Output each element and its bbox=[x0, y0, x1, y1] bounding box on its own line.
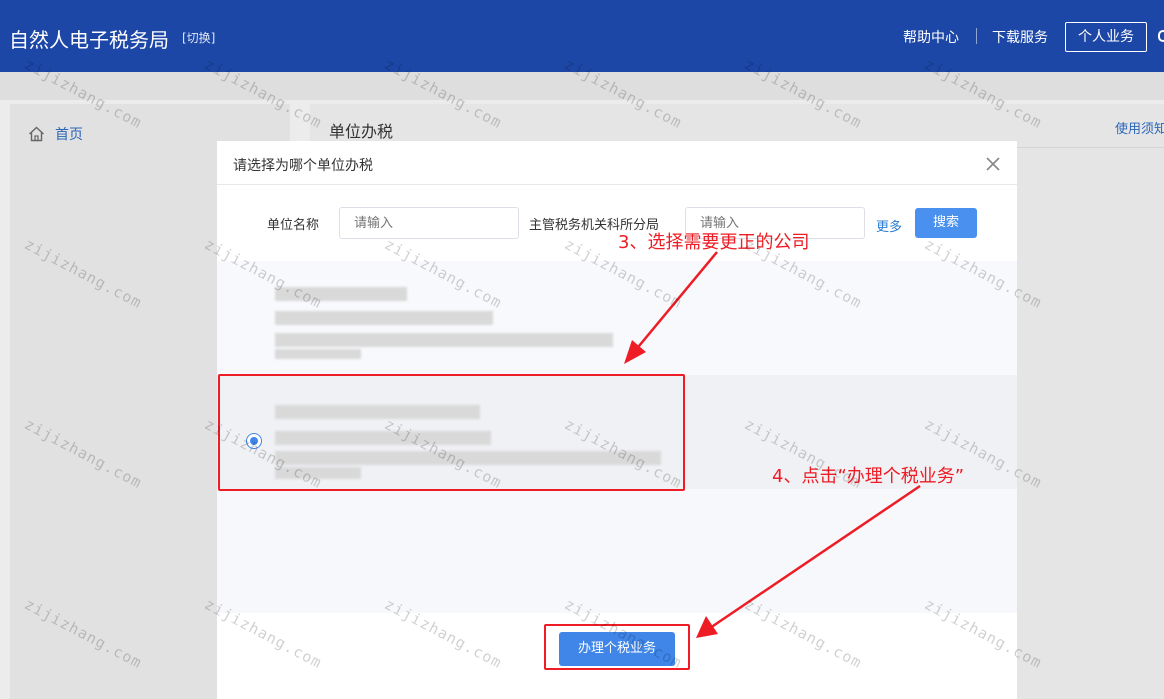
step4-annotation: 4、点击“办理个税业务” bbox=[772, 466, 965, 487]
redacted-company-detail bbox=[275, 349, 361, 359]
page-title: 单位办税 bbox=[329, 122, 394, 141]
header-divider bbox=[976, 28, 977, 44]
user-icon[interactable] bbox=[1158, 30, 1164, 42]
home-icon bbox=[29, 126, 44, 142]
download-service-link[interactable]: 下载服务 bbox=[992, 27, 1048, 47]
personal-business-button[interactable]: 个人业务 bbox=[1065, 22, 1147, 52]
unit-name-label: 单位名称 bbox=[267, 218, 320, 233]
more-filters-link[interactable]: 更多 bbox=[876, 216, 902, 235]
redacted-company-detail bbox=[275, 333, 613, 347]
dialog-header: 请选择为哪个单位办税 bbox=[217, 141, 1017, 185]
close-icon[interactable] bbox=[983, 154, 1003, 174]
redacted-company-detail bbox=[275, 311, 493, 325]
unit-name-input[interactable] bbox=[339, 207, 519, 239]
dialog-title: 请选择为哪个单位办税 bbox=[233, 158, 373, 174]
search-button[interactable]: 搜索 bbox=[915, 208, 977, 238]
sidebar-item-label: 首页 bbox=[55, 127, 83, 143]
step3-annotation: 3、选择需要更正的公司 bbox=[618, 232, 810, 253]
help-center-link[interactable]: 帮助中心 bbox=[903, 27, 959, 47]
sidebar-item-home[interactable]: 首页 bbox=[28, 124, 83, 144]
usage-notice-link[interactable]: 使用须知 bbox=[1115, 118, 1164, 137]
app-title: 自然人电子税务局 bbox=[9, 28, 169, 52]
switch-link[interactable]: [切换] bbox=[182, 29, 215, 46]
